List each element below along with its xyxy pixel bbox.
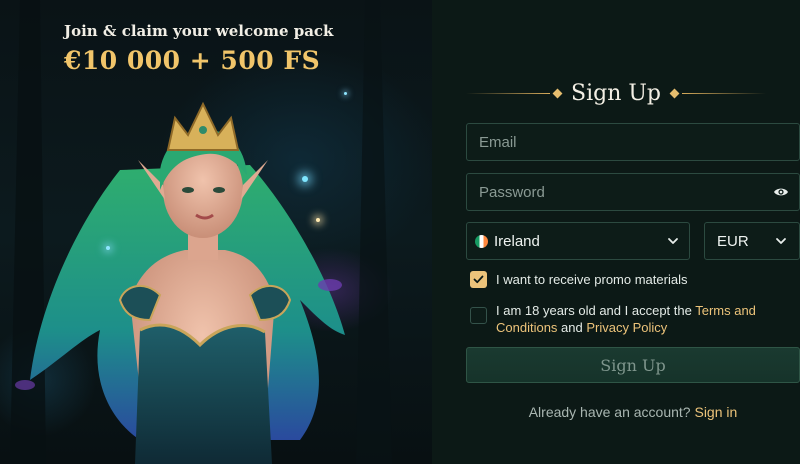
country-select[interactable]: Ireland <box>466 222 690 260</box>
signup-panel: Sign Up Ireland EUR I want to <box>432 0 800 464</box>
hero-banner: Join & claim your welcome pack €10 000 +… <box>0 0 432 464</box>
glow-particle <box>344 92 347 95</box>
country-value: Ireland <box>494 232 540 250</box>
eye-icon[interactable] <box>773 184 789 200</box>
diamond-icon <box>669 88 680 98</box>
signin-link[interactable]: Sign in <box>694 404 737 420</box>
terms-prefix: I am 18 years old and I accept the <box>496 303 696 318</box>
promo-checkbox[interactable] <box>470 271 487 288</box>
currency-value: EUR <box>717 232 749 250</box>
glow-particle <box>316 218 320 222</box>
chevron-down-icon <box>776 238 786 244</box>
welcome-offer: €10 000 + 500 FS <box>64 46 321 75</box>
password-input[interactable] <box>479 183 773 201</box>
email-field[interactable] <box>466 123 800 161</box>
ireland-flag-icon <box>475 234 488 248</box>
already-text: Already have an account? <box>528 404 695 420</box>
diamond-icon <box>552 88 563 98</box>
form-heading: Sign Up <box>466 78 767 108</box>
decorative-line <box>466 92 551 94</box>
chevron-down-icon <box>668 238 678 244</box>
hero-subtitle: Join & claim your welcome pack <box>64 22 334 40</box>
page-title: Sign Up <box>571 80 661 106</box>
privacy-link[interactable]: Privacy Policy <box>586 320 667 335</box>
glow-particle <box>106 246 110 250</box>
check-icon <box>473 275 484 284</box>
glow-particle <box>302 176 308 182</box>
terms-checkbox[interactable] <box>470 307 487 324</box>
signup-button[interactable]: Sign Up <box>466 347 800 383</box>
hero-text: Join & claim your welcome pack €10 000 +… <box>64 22 333 75</box>
terms-checkbox-row[interactable]: I am 18 years old and I accept the Terms… <box>470 301 766 336</box>
terms-label: I am 18 years old and I accept the Terms… <box>496 302 766 336</box>
promo-checkbox-row[interactable]: I want to receive promo materials <box>470 271 687 288</box>
email-input[interactable] <box>479 133 787 151</box>
promo-label: I want to receive promo materials <box>496 272 688 287</box>
currency-select[interactable]: EUR <box>704 222 800 260</box>
password-field[interactable] <box>466 173 800 211</box>
signin-prompt: Already have an account? Sign in <box>466 404 800 420</box>
decorative-line <box>682 92 767 94</box>
terms-and: and <box>557 320 587 335</box>
